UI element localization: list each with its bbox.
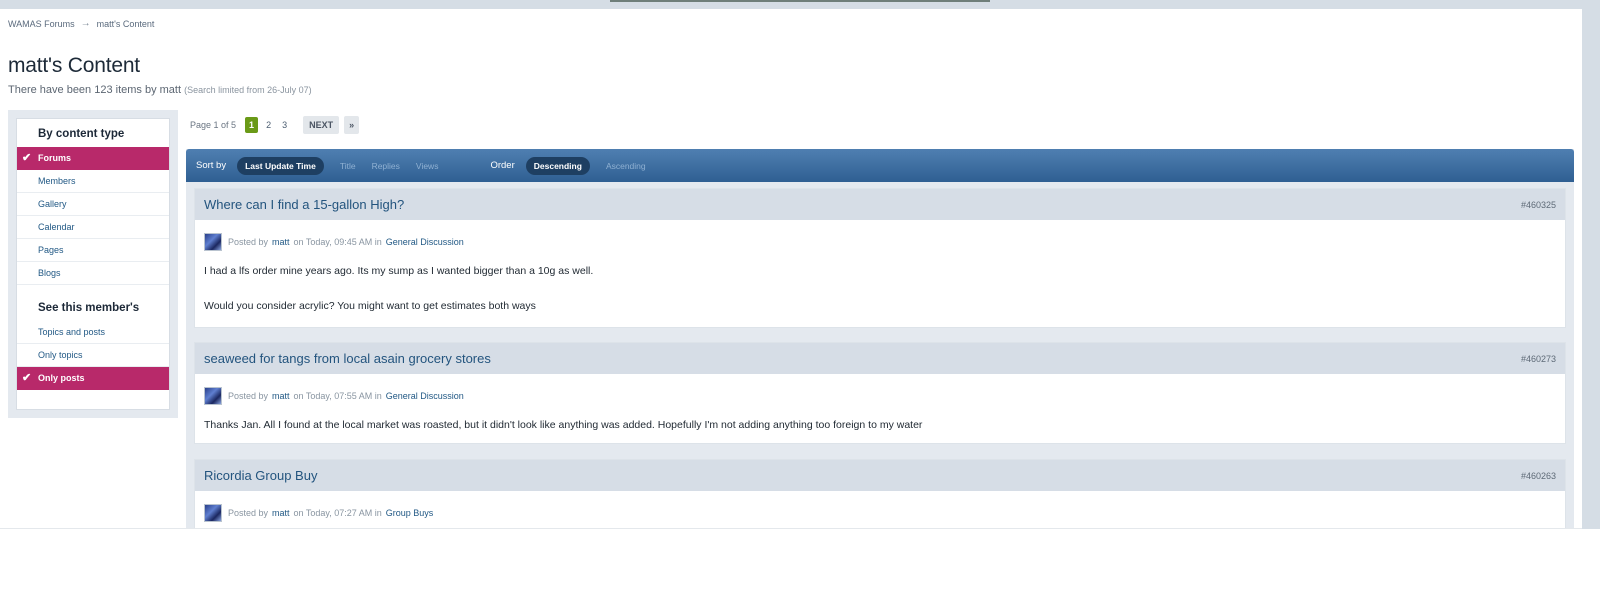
page-link[interactable]: 3 (279, 120, 290, 130)
sidebar-item-members[interactable]: Members (17, 170, 169, 193)
page-link-current[interactable]: 1 (245, 117, 259, 133)
sidebar: By content type ✔ Forums Members Gallery … (8, 110, 178, 418)
top-banner-strip (0, 0, 1600, 9)
breadcrumb-current[interactable]: matt's Content (97, 19, 155, 29)
sidebar-item-pages[interactable]: Pages (17, 239, 169, 262)
post-meta: Posted by matt on Today, 07:27 AM in Gro… (195, 491, 1565, 522)
content-type-heading: By content type (38, 128, 125, 140)
search-limit-note: (Search limited from 26-July 07) (184, 85, 312, 95)
post-header: Where can I find a 15-gallon High? #4603… (195, 189, 1565, 220)
result-post: Ricordia Group Buy #460263 Posted by mat… (194, 459, 1566, 528)
post-meta: Posted by matt on Today, 09:45 AM in Gen… (195, 220, 1565, 251)
post-meta: Posted by matt on Today, 07:55 AM in Gen… (195, 374, 1565, 405)
order-ascending-option[interactable]: Ascending (606, 161, 646, 171)
forum-link[interactable]: Group Buys (386, 508, 434, 518)
page-link[interactable]: 2 (263, 120, 274, 130)
sidebar-item-only-topics[interactable]: Only topics (17, 344, 169, 367)
post-date: on Today, 07:55 AM in (293, 391, 382, 401)
posted-by-label: Posted by (228, 391, 269, 401)
order-descending-button[interactable]: Descending (525, 156, 590, 175)
sort-by-label: Sort by (196, 160, 227, 171)
posted-by-label: Posted by (228, 237, 269, 247)
author-link[interactable]: matt (272, 508, 290, 518)
post-date: on Today, 07:27 AM in (293, 508, 382, 518)
post-id-link[interactable]: #460263 (1521, 471, 1556, 481)
forum-link[interactable]: General Discussion (386, 237, 464, 247)
pagination: Page 1 of 5 1 2 3 NEXT » (190, 116, 360, 134)
post-paragraph: Would you consider acrylic? You might wa… (204, 299, 536, 312)
sidebar-item-label: Members (38, 176, 76, 186)
forum-link[interactable]: General Discussion (386, 391, 464, 401)
sort-title-option[interactable]: Title (340, 161, 356, 171)
breadcrumb-root-link[interactable]: WAMAS Forums (8, 19, 75, 29)
sidebar-item-topics-and-posts[interactable]: Topics and posts (17, 321, 169, 344)
item-count-text: There have been 123 items by matt (8, 84, 182, 96)
posted-by-label: Posted by (228, 508, 269, 518)
result-post: Where can I find a 15-gallon High? #4603… (194, 188, 1566, 328)
sidebar-filter-box: By content type ✔ Forums Members Gallery … (16, 118, 170, 410)
check-icon: ✔ (22, 372, 32, 384)
post-title-link[interactable]: Where can I find a 15-gallon High? (204, 197, 404, 212)
sidebar-item-forums[interactable]: ✔ Forums (17, 147, 169, 170)
breadcrumb: WAMAS Forums → matt's Content (8, 18, 154, 29)
sort-replies-option[interactable]: Replies (372, 161, 400, 171)
post-body: Thanks Jan. All I found at the local mar… (195, 405, 1565, 431)
sidebar-item-blogs[interactable]: Blogs (17, 262, 169, 285)
avatar[interactable] (204, 387, 222, 405)
post-id-link[interactable]: #460273 (1521, 354, 1556, 364)
sidebar-item-label: Only topics (38, 350, 83, 360)
page-count-label: Page 1 of 5 (190, 120, 237, 130)
post-header: seaweed for tangs from local asain groce… (195, 343, 1565, 374)
sidebar-item-label: Forums (38, 153, 72, 163)
post-header: Ricordia Group Buy #460263 (195, 460, 1565, 491)
sidebar-item-label: Pages (38, 245, 64, 255)
post-title-link[interactable]: Ricordia Group Buy (204, 468, 317, 483)
sidebar-item-gallery[interactable]: Gallery (17, 193, 169, 216)
post-paragraph: I had a lfs order mine years ago. Its my… (204, 265, 594, 277)
post-paragraph: Thanks Jan. All I found at the local mar… (204, 419, 923, 431)
right-gutter (1582, 9, 1600, 529)
sidebar-item-only-posts[interactable]: ✔ Only posts (17, 367, 169, 390)
sidebar-item-label: Gallery (38, 199, 67, 209)
page-title: matt's Content (8, 54, 140, 77)
next-page-button[interactable]: NEXT (303, 116, 340, 134)
sidebar-item-calendar[interactable]: Calendar (17, 216, 169, 239)
sort-last-update-button[interactable]: Last Update Time (237, 156, 324, 175)
sidebar-item-label: Only posts (38, 373, 85, 383)
sidebar-item-label: Calendar (38, 222, 75, 232)
post-title-link[interactable]: seaweed for tangs from local asain groce… (204, 351, 491, 366)
sidebar-item-label: Topics and posts (38, 327, 106, 337)
last-page-button[interactable]: » (344, 116, 360, 134)
author-link[interactable]: matt (272, 237, 290, 247)
post-body: I had a lfs order mine years ago. Its my… (195, 251, 1565, 311)
banner-image-edge (610, 0, 990, 2)
viewport-bottom-edge (0, 528, 1582, 529)
page-subtitle: There have been 123 items by matt (Searc… (8, 84, 312, 96)
check-icon: ✔ (22, 152, 32, 164)
post-date: on Today, 09:45 AM in (293, 237, 382, 247)
sort-views-option[interactable]: Views (416, 161, 439, 171)
result-post: seaweed for tangs from local asain groce… (194, 342, 1566, 444)
order-label: Order (490, 160, 515, 171)
sidebar-item-label: Blogs (38, 268, 61, 278)
avatar[interactable] (204, 504, 222, 522)
sort-bar: Sort by Last Update Time Title Replies V… (186, 149, 1574, 182)
post-id-link[interactable]: #460325 (1521, 200, 1556, 210)
author-link[interactable]: matt (272, 391, 290, 401)
member-view-heading: See this member's (38, 302, 140, 314)
avatar[interactable] (204, 233, 222, 251)
breadcrumb-arrow-icon: → (80, 18, 91, 29)
